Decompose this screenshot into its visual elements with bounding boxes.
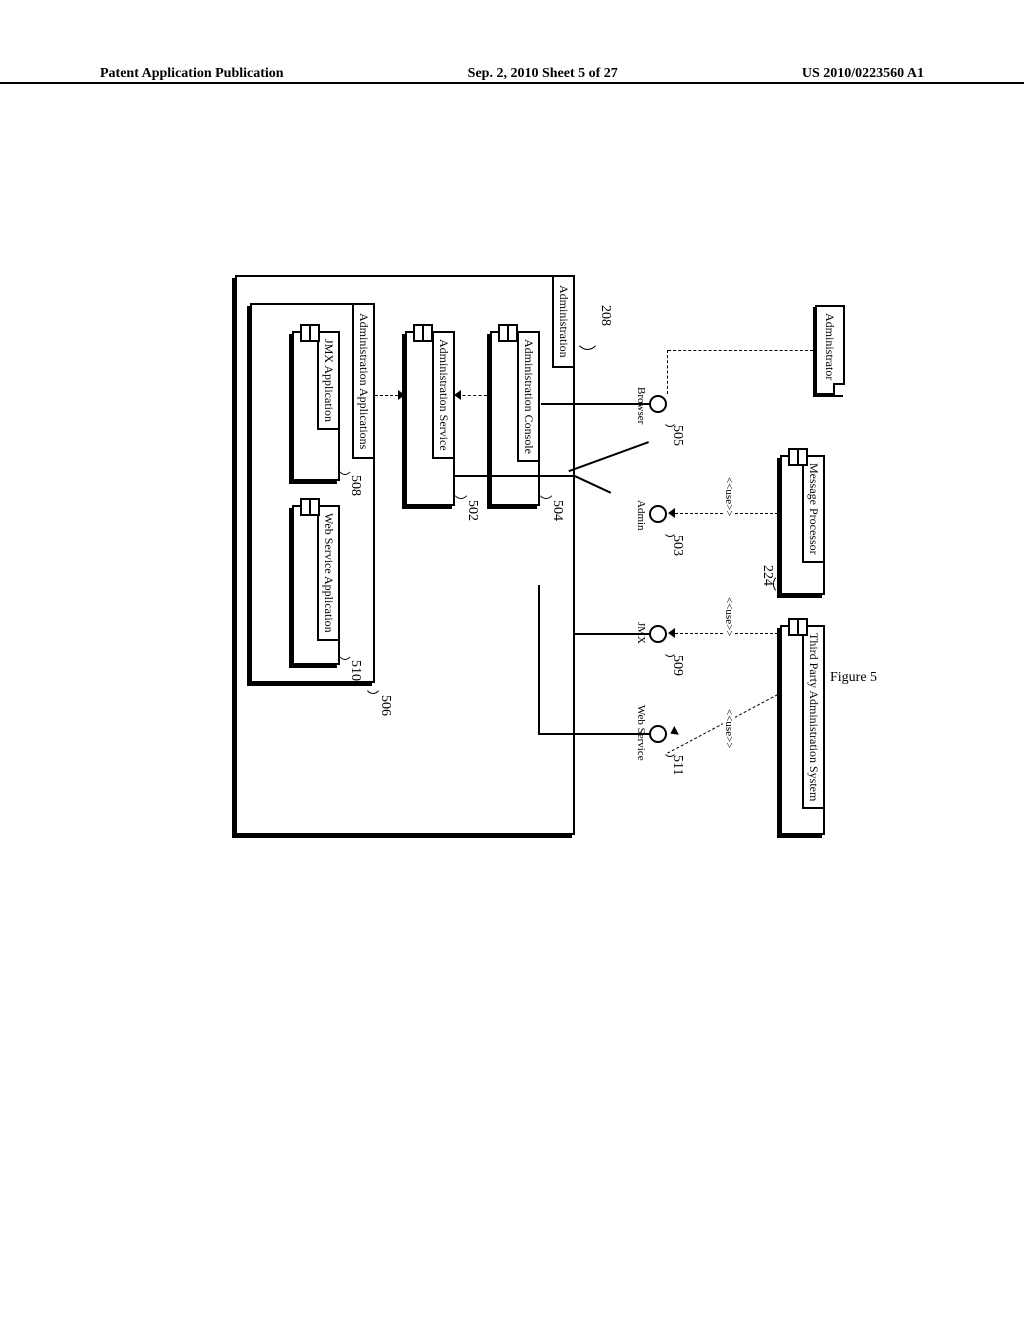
arc-502 xyxy=(452,477,470,499)
line-browser-to-console xyxy=(541,403,649,405)
arc-503 xyxy=(663,521,677,537)
header-left: Patent Application Publication xyxy=(100,66,284,82)
browser-interface xyxy=(649,395,667,413)
arc-509 xyxy=(663,641,677,657)
arc-506 xyxy=(364,670,382,694)
admin-console-label: Administration Console xyxy=(517,331,540,462)
component-lugs-icon xyxy=(788,618,808,632)
arrow-tpa-jmx xyxy=(668,628,675,638)
line-admin-to-service xyxy=(569,442,649,472)
ref-503: 503 xyxy=(669,535,685,556)
arrow-console-to-service xyxy=(454,390,461,400)
administrator-label: Administrator xyxy=(823,313,837,380)
ref-502: 502 xyxy=(464,500,480,521)
line-jmx-1 xyxy=(574,633,649,635)
administration-title: Administration xyxy=(552,275,575,368)
arc-208 xyxy=(575,320,600,350)
jmx-interface xyxy=(649,625,667,643)
administrator-note: Administrator xyxy=(815,305,845,395)
ws-interface xyxy=(649,725,667,743)
arc-505 xyxy=(663,411,677,427)
line-ws-1 xyxy=(539,733,649,735)
ws-app-label: Web Service Application xyxy=(317,505,340,641)
dash-admin-to-browser xyxy=(668,350,813,351)
ws-app-component: Web Service Application xyxy=(292,505,340,665)
component-lugs-icon xyxy=(788,448,808,462)
arc-224 xyxy=(773,575,787,593)
use-label-3: <<use>> xyxy=(723,707,735,750)
ref-208: 208 xyxy=(597,305,613,326)
admin-service-component: Administration Service xyxy=(405,331,455,506)
msg-proc-label: Message Processor xyxy=(802,455,825,563)
line-admin-to-service2 xyxy=(455,475,575,477)
patent-header: Patent Application Publication Sep. 2, 2… xyxy=(0,82,1024,100)
use-label-2: <<use>> xyxy=(723,595,735,638)
uml-diagram: Administration 208 Administration Consol… xyxy=(35,275,875,865)
browser-label: Browser xyxy=(635,387,647,424)
component-lugs-icon xyxy=(498,324,518,338)
admin-interface xyxy=(649,505,667,523)
admin-console-component: Administration Console xyxy=(490,331,540,506)
line-ws-2 xyxy=(539,585,541,735)
admin-service-label: Administration Service xyxy=(432,331,455,459)
dash-console-to-service xyxy=(457,395,487,396)
header-right: US 2010/0223560 A1 xyxy=(802,66,924,82)
arc-504 xyxy=(537,477,555,499)
arrow-tpa-ws xyxy=(668,726,679,738)
arrow-msgproc-admin xyxy=(668,508,675,518)
component-lugs-icon xyxy=(300,324,320,338)
line-jmx-2 xyxy=(574,405,576,635)
tpa-component: Third Party Administration System xyxy=(780,625,825,835)
ref-511: 511 xyxy=(669,755,685,775)
ref-506: 506 xyxy=(377,695,393,716)
arrow-apps-to-service xyxy=(398,390,405,400)
line-admin-bend xyxy=(574,475,611,493)
component-lugs-icon xyxy=(300,498,320,512)
admin-label: Admin xyxy=(635,500,647,531)
ref-504: 504 xyxy=(549,500,565,521)
message-processor-component: Message Processor xyxy=(780,455,825,595)
header-center: Sep. 2, 2010 Sheet 5 of 27 xyxy=(468,66,618,82)
figure-caption: Figure 5 xyxy=(830,670,877,686)
component-lugs-icon xyxy=(413,324,433,338)
ref-508: 508 xyxy=(347,475,363,496)
ref-510: 510 xyxy=(347,660,363,681)
arc-508 xyxy=(337,453,353,475)
jmx-app-label: JMX Application xyxy=(317,331,340,430)
arc-510 xyxy=(337,638,353,660)
admin-apps-title: Administration Applications xyxy=(352,303,375,459)
use-label-1: <<use>> xyxy=(723,475,735,518)
ref-509: 509 xyxy=(669,655,685,676)
tpa-label: Third Party Administration System xyxy=(802,625,825,809)
dash-admin-horiz xyxy=(667,350,668,394)
ref-505: 505 xyxy=(669,425,685,446)
jmx-app-component: JMX Application xyxy=(292,331,340,481)
page-frame: Administration 208 Administration Consol… xyxy=(100,100,924,1200)
